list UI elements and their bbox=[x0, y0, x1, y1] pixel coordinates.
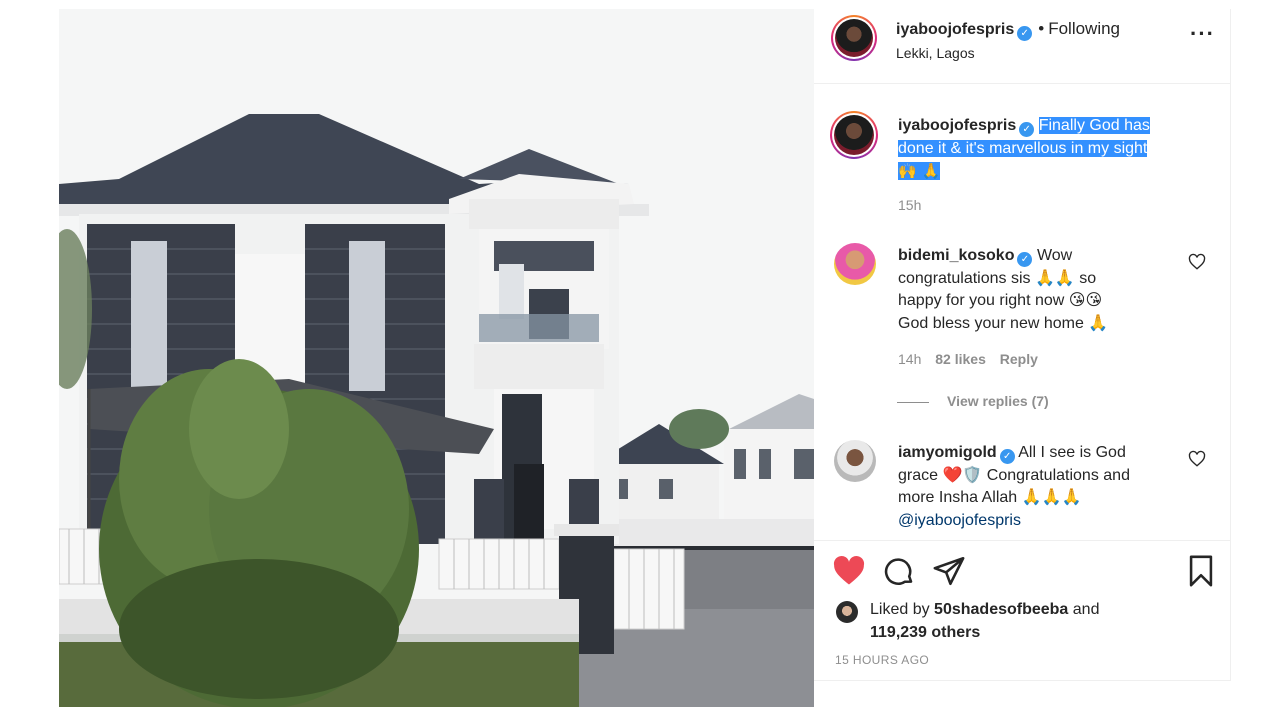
liked-by-user[interactable]: 50shadesofbeeba bbox=[934, 601, 1068, 618]
caption-time[interactable]: 15h bbox=[898, 197, 921, 213]
commenter-avatar[interactable] bbox=[834, 243, 876, 285]
caption-text-line-1: Finally God has bbox=[1038, 117, 1150, 134]
comment-text-3: happy for you right now 😘😘 bbox=[898, 292, 1103, 309]
comment-body: bidemi_kosoko ✓ Wow congratulations sis 🙏… bbox=[898, 245, 1146, 335]
caption-emoji: 🙌 🙏 bbox=[898, 162, 941, 180]
comment-mention-link[interactable]: @iyaboojofespris bbox=[898, 512, 1021, 529]
following-button[interactable]: Following bbox=[1048, 19, 1120, 38]
caption-username[interactable]: iyaboojofespris bbox=[898, 117, 1016, 134]
verified-badge-icon: ✓ bbox=[999, 449, 1015, 464]
author-avatar[interactable] bbox=[831, 15, 877, 61]
heart-filled-icon[interactable] bbox=[832, 554, 866, 588]
verified-badge-icon: ✓ bbox=[1017, 252, 1033, 267]
caption-body: iyaboojofespris ✓ Finally God has done it… bbox=[898, 115, 1188, 184]
comment-text-1: Wow bbox=[1036, 247, 1073, 264]
comment-text-2: congratulations sis 🙏🙏 so bbox=[898, 269, 1097, 287]
comment-text-4: God bless your new home 🙏 bbox=[898, 314, 1109, 332]
caption-author-avatar[interactable] bbox=[830, 111, 878, 159]
bookmark-icon[interactable] bbox=[1184, 554, 1218, 588]
verified-badge-icon: ✓ bbox=[1017, 26, 1033, 41]
separator-dot: • bbox=[1038, 19, 1045, 38]
post-photo-house[interactable] bbox=[59, 9, 814, 707]
comment-like-heart-icon[interactable] bbox=[1188, 450, 1206, 468]
liked-by-text: Liked by 50shadesofbeeba and 119,239 oth… bbox=[870, 599, 1099, 644]
view-replies-button[interactable]: View replies (7) bbox=[897, 393, 1049, 409]
verified-badge-icon: ✓ bbox=[1019, 122, 1035, 137]
comment-time[interactable]: 14h bbox=[898, 351, 921, 367]
liker-avatar[interactable] bbox=[836, 601, 858, 623]
comment-text-1: All I see is God bbox=[1018, 444, 1126, 461]
comment-body: iamyomigold ✓ All I see is God grace ❤️🛡️… bbox=[898, 442, 1146, 532]
liked-by-prefix: Liked by bbox=[870, 601, 930, 618]
comment-text-3: more Insha Allah 🙏🙏🙏 bbox=[898, 489, 1082, 506]
comment-likes[interactable]: 82 likes bbox=[935, 351, 986, 367]
comment-username[interactable]: iamyomigold bbox=[898, 444, 997, 461]
author-line: iyaboojofespris ✓ • Following bbox=[896, 19, 1120, 41]
liked-by-and: and bbox=[1072, 601, 1100, 618]
post-location[interactable]: Lekki, Lagos bbox=[896, 45, 975, 61]
page-corner-mark bbox=[0, 0, 59, 80]
caption-text-line-2: done it & it's marvellous in my sight bbox=[898, 139, 1148, 157]
view-replies-label: View replies (7) bbox=[947, 393, 1049, 409]
share-icon[interactable] bbox=[932, 554, 966, 588]
comment-meta: 14h 82 likes Reply bbox=[898, 351, 1048, 367]
comment-reply-button[interactable]: Reply bbox=[1000, 351, 1038, 367]
comment-icon[interactable] bbox=[882, 554, 916, 588]
comment-username[interactable]: bidemi_kosoko bbox=[898, 247, 1014, 264]
author-username[interactable]: iyaboojofespris bbox=[896, 21, 1014, 38]
post-side-panel: iyaboojofespris ✓ • Following Lekki, Lagos … bbox=[814, 9, 1231, 681]
post-actions: Liked by 50shadesofbeeba and 119,239 oth… bbox=[814, 540, 1230, 681]
comment-like-heart-icon[interactable] bbox=[1188, 253, 1206, 271]
comments-list[interactable]: iyaboojofespris ✓ Finally God has done it… bbox=[814, 85, 1230, 540]
comment-text-2: grace ❤️🛡️ Congratulations and bbox=[898, 466, 1130, 484]
liked-by-others[interactable]: 119,239 others bbox=[870, 624, 980, 641]
more-options-icon[interactable]: ··· bbox=[1190, 23, 1214, 51]
post-header: iyaboojofespris ✓ • Following Lekki, Lagos … bbox=[814, 9, 1230, 84]
commenter-avatar[interactable] bbox=[834, 440, 876, 482]
replies-divider bbox=[897, 401, 929, 403]
post-timestamp[interactable]: 15 HOURS AGO bbox=[835, 653, 929, 667]
